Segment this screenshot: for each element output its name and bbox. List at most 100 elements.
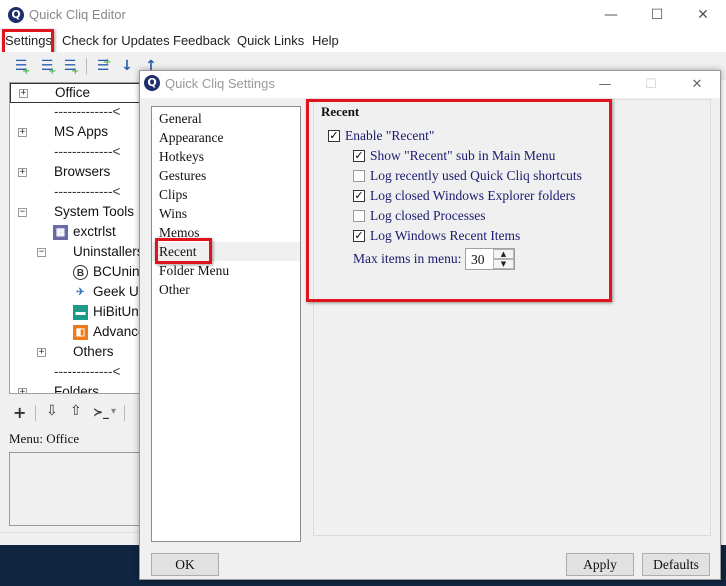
option-label: Enable "Recent" [345, 128, 435, 143]
tree-separator[interactable]: -------------< [10, 363, 140, 383]
nav-item-folder-menu[interactable]: Folder Menu [152, 261, 300, 280]
nav-item-clips[interactable]: Clips [152, 185, 300, 204]
tree-node[interactable]: − Uninstallers [10, 243, 140, 263]
tree-node[interactable]: + Browsers [10, 163, 140, 183]
move-down-icon[interactable]: ⇩ [46, 403, 58, 419]
nav-item-other[interactable]: Other [152, 280, 300, 299]
maximize-button[interactable]: ☐ [634, 0, 680, 30]
add-menu-icon[interactable]: ☰ + [94, 57, 112, 75]
expand-icon[interactable]: + [18, 388, 27, 393]
menu-quick-links[interactable]: Quick Links [237, 33, 304, 48]
option-label: Log Windows Recent Items [370, 228, 521, 243]
move-up-icon[interactable]: ⇧ [70, 403, 82, 419]
tree-node[interactable]: + Office [10, 83, 140, 103]
tree-node-label: BCUninstaller [93, 264, 140, 279]
tree-separator[interactable]: -------------< [10, 183, 140, 203]
close-button[interactable]: ✕ [680, 0, 726, 30]
checkbox-checked[interactable]: ✓ [353, 150, 365, 162]
max-items-label: Max items in menu: [353, 251, 462, 266]
tree-node-label: HiBitUninstaller [93, 304, 140, 319]
minimize-button[interactable]: — [588, 0, 634, 30]
tree-node-label: -------------< [54, 104, 121, 119]
spin-down-button[interactable]: ▼ [493, 259, 514, 269]
tree-bottom-toolbar: + ⇩ ⇧ ≻_ ▾ [0, 400, 140, 424]
collapse-icon[interactable]: − [37, 248, 46, 257]
tree-node[interactable]: − System Tools [10, 203, 140, 223]
dialog-title: Quick Cliq Settings [165, 76, 275, 91]
defaults-button[interactable]: Defaults [642, 553, 710, 576]
menu-settings[interactable]: Settings [5, 33, 52, 48]
tree-node-label: System Tools [54, 204, 135, 219]
dialog-minimize-button[interactable]: — [582, 71, 628, 98]
bcuninstaller-icon: B [73, 265, 88, 280]
tree-node[interactable]: B BCUninstaller [10, 263, 140, 283]
dialog-close-button[interactable]: ✕ [674, 71, 720, 98]
nav-item-gestures[interactable]: Gestures [152, 166, 300, 185]
chevron-down-icon[interactable]: ▾ [111, 406, 116, 417]
command-icon[interactable]: ≻_ [93, 405, 109, 419]
add-icon[interactable]: + [13, 403, 26, 422]
tree-node-label: MS Apps [54, 124, 109, 139]
add-separator-icon[interactable]: ☰ + [61, 57, 80, 77]
toolbar-separator [124, 405, 125, 421]
left-pane: + Office -------------< + MS Apps -----------… [0, 80, 140, 545]
nav-item-hotkeys[interactable]: Hotkeys [152, 147, 300, 166]
spin-up-button[interactable]: ▲ [493, 249, 514, 259]
option-label: Log closed Windows Explorer folders [370, 188, 576, 203]
tree-node-label: -------------< [54, 364, 121, 379]
checkbox-checked[interactable]: ✓ [353, 230, 365, 242]
editor-title-bar: Q Quick Cliq Editor — ☐ ✕ [0, 0, 726, 30]
checkbox-unchecked[interactable] [353, 170, 365, 182]
menu-help[interactable]: Help [312, 33, 339, 48]
quick-cliq-logo-icon: Q [144, 75, 160, 91]
tree-separator[interactable]: -------------< [10, 143, 140, 163]
tree-node-label: Office [55, 85, 91, 100]
max-items-spinner[interactable]: 30 ▲ ▼ [465, 248, 515, 270]
add-item-icon[interactable]: ☰ + [12, 57, 31, 77]
tree-node[interactable]: + MS Apps [10, 123, 140, 143]
tree-node[interactable]: + Folders [10, 383, 140, 394]
add-submenu-icon[interactable]: ☰ + [38, 57, 57, 77]
checkbox-checked[interactable]: ✓ [353, 190, 365, 202]
option-label: Log closed Processes [370, 208, 486, 223]
tree-node[interactable]: + Others [10, 343, 140, 363]
editor-title: Quick Cliq Editor [29, 7, 126, 22]
expand-icon[interactable]: + [37, 348, 46, 357]
tree-node[interactable]: ✈ Geek Uninstaller [10, 283, 140, 303]
collapse-icon[interactable]: − [18, 208, 27, 217]
dialog-title-bar: Q Quick Cliq Settings — ☐ ✕ [140, 71, 720, 98]
expand-icon[interactable]: + [18, 168, 27, 177]
divider [0, 532, 140, 533]
menu-details-box [9, 452, 140, 526]
tree-node[interactable]: ▦ exctrlst [10, 223, 140, 243]
apply-button[interactable]: Apply [566, 553, 634, 576]
tree-separator[interactable]: -------------< [10, 103, 140, 123]
option-label: Show "Recent" sub in Main Menu [370, 148, 556, 163]
nav-item-wins[interactable]: Wins [152, 204, 300, 223]
menu-check-for-updates[interactable]: Check for Updates [62, 33, 170, 48]
tree-node-label: Folders [54, 384, 100, 394]
toolbar-separator [35, 405, 36, 421]
dialog-maximize-button: ☐ [645, 77, 657, 92]
toolbar-separator [86, 58, 87, 74]
expand-icon[interactable]: + [18, 128, 27, 137]
settings-category-list[interactable]: General Appearance Hotkeys Gestures Clips Win… [151, 106, 301, 542]
move-down-icon[interactable]: ↓ [118, 57, 136, 75]
checkbox-checked[interactable]: ✓ [328, 130, 340, 142]
tree-node-label: Browsers [54, 164, 111, 179]
max-items-value[interactable]: 30 [471, 252, 485, 268]
tree-node[interactable]: ◧ Advanced [10, 323, 140, 343]
tree-node-label: Geek Uninstaller [93, 284, 140, 299]
menu-feedback[interactable]: Feedback [173, 33, 230, 48]
ok-button[interactable]: OK [151, 553, 219, 576]
expand-icon[interactable]: + [19, 89, 28, 98]
nav-item-appearance[interactable]: Appearance [152, 128, 300, 147]
nav-item-general[interactable]: General [152, 109, 300, 128]
tree-node-label: Advanced [93, 324, 140, 339]
menu-tree[interactable]: + Office -------------< + MS Apps -----------… [9, 82, 140, 394]
hibit-icon: ▬ [73, 305, 88, 320]
checkbox-unchecked[interactable] [353, 210, 365, 222]
nav-item-memos[interactable]: Memos [152, 223, 300, 242]
tree-node[interactable]: ▬ HiBitUninstaller [10, 303, 140, 323]
nav-item-recent[interactable]: Recent [152, 242, 300, 261]
